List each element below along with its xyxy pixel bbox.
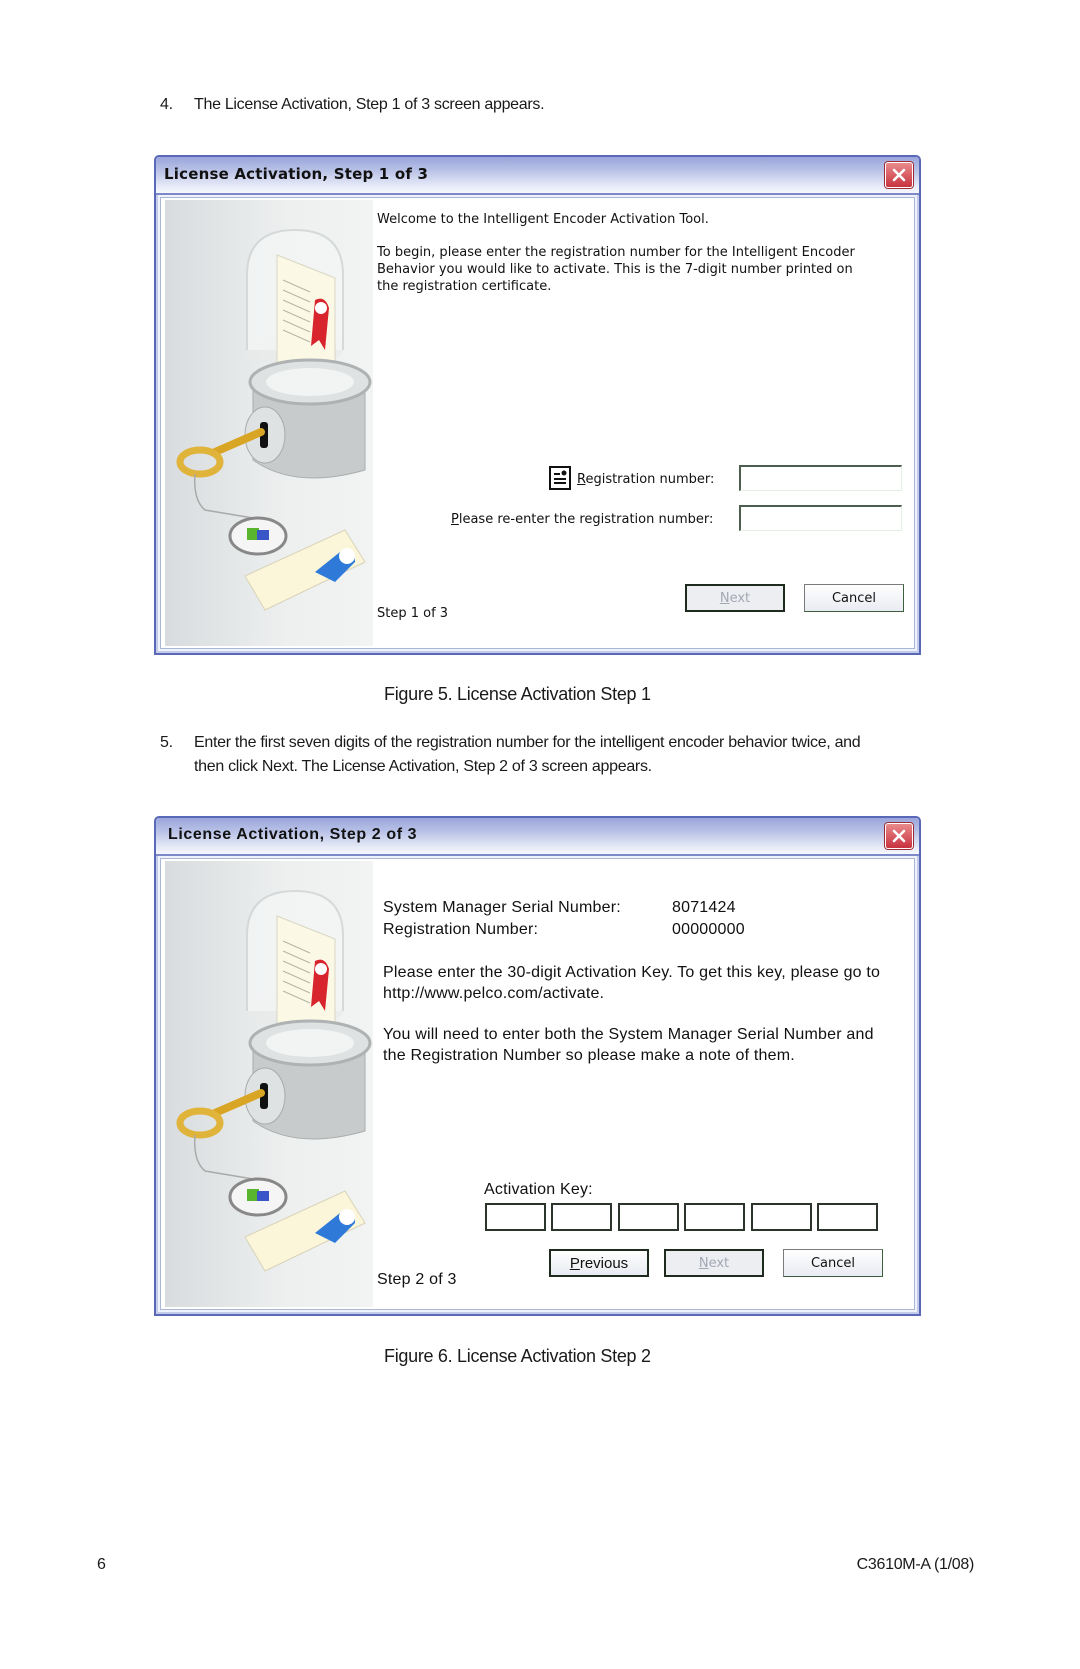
registration-number-input[interactable] xyxy=(739,465,902,491)
activation-instructions: Please enter the 30-digit Activation Key… xyxy=(383,964,881,1002)
accelerator-key: P xyxy=(569,1254,580,1272)
close-icon xyxy=(892,829,906,843)
dialog-step-1: License Activation, Step 1 of 3 Welcome … xyxy=(154,155,921,655)
page-number: 6 xyxy=(97,1556,106,1573)
document-id: C3610M-A (1/08) xyxy=(856,1556,975,1573)
step-text: The License Activation, Step 1 of 3 scre… xyxy=(194,96,545,113)
dialog-body: System Manager Serial Number: 8071424 Re… xyxy=(160,858,915,1310)
close-button[interactable] xyxy=(885,823,913,849)
close-icon xyxy=(892,168,906,182)
figure-caption: Figure 6. License Activation Step 2 xyxy=(384,1346,651,1366)
button-label: ext xyxy=(729,590,751,606)
dialog-title: License Activation, Step 1 of 3 xyxy=(164,165,429,183)
instructions-text: To begin, please enter the registration … xyxy=(377,245,855,294)
illustration-graphic xyxy=(176,228,372,611)
activation-key-field-5[interactable] xyxy=(751,1203,812,1231)
step-text-line-1: Enter the first seven digits of the regi… xyxy=(194,734,861,751)
previous-button[interactable]: Previous xyxy=(549,1249,649,1277)
serial-number-label: System Manager Serial Number: xyxy=(383,899,621,916)
accelerator-key: P xyxy=(451,512,459,527)
step-number: 5. xyxy=(160,734,173,751)
label-rest: egistration number: xyxy=(585,472,715,487)
accelerator-key: N xyxy=(698,1255,709,1271)
dialog-step-2: License Activation, Step 2 of 3 System M… xyxy=(154,816,921,1316)
reenter-registration-input[interactable] xyxy=(739,505,902,531)
close-button[interactable] xyxy=(885,162,913,188)
license-illustration xyxy=(165,861,373,1307)
next-button[interactable]: Next xyxy=(664,1249,764,1277)
registration-number-label: Registration Number: xyxy=(383,921,539,938)
activation-key-field-4[interactable] xyxy=(684,1203,745,1231)
button-label: ext xyxy=(708,1255,730,1271)
serial-number-value: 8071424 xyxy=(672,899,736,916)
accelerator-key: N xyxy=(719,590,730,606)
step-indicator: Step 1 of 3 xyxy=(377,606,449,621)
dialog-title: License Activation, Step 2 of 3 xyxy=(168,826,418,843)
welcome-text: Welcome to the Intelligent Encoder Activ… xyxy=(377,212,709,227)
activation-key-field-1[interactable] xyxy=(485,1203,546,1231)
step-number: 4. xyxy=(160,96,173,113)
next-button[interactable]: Next xyxy=(685,584,785,612)
cancel-button[interactable]: Cancel xyxy=(804,584,904,612)
figure-caption: Figure 5. License Activation Step 1 xyxy=(384,684,651,704)
button-label: revious xyxy=(579,1254,629,1272)
registration-number-label: Registration number: xyxy=(577,472,714,487)
step-text-line-2: then click Next. The License Activation,… xyxy=(194,758,652,775)
document-form-icon xyxy=(549,466,571,490)
title-bar[interactable]: License Activation, Step 2 of 3 xyxy=(156,818,919,856)
activation-key-label: Activation Key: xyxy=(484,1181,593,1198)
activation-key-field-6[interactable] xyxy=(817,1203,878,1231)
title-bar[interactable]: License Activation, Step 1 of 3 xyxy=(156,157,919,195)
reenter-registration-label: Please re-enter the registration number: xyxy=(451,512,713,527)
label-rest: lease re-enter the registration number: xyxy=(458,512,714,527)
activation-key-field-3[interactable] xyxy=(618,1203,679,1231)
activation-key-field-2[interactable] xyxy=(551,1203,612,1231)
license-illustration xyxy=(165,200,373,646)
cancel-button[interactable]: Cancel xyxy=(783,1249,883,1277)
step-indicator: Step 2 of 3 xyxy=(377,1271,457,1288)
dialog-body: Welcome to the Intelligent Encoder Activ… xyxy=(160,197,915,649)
illustration-graphic xyxy=(176,889,372,1272)
activation-key-fields xyxy=(485,1203,885,1233)
registration-number-value: 00000000 xyxy=(672,921,745,938)
note-instructions: You will need to enter both the System M… xyxy=(383,1026,874,1064)
